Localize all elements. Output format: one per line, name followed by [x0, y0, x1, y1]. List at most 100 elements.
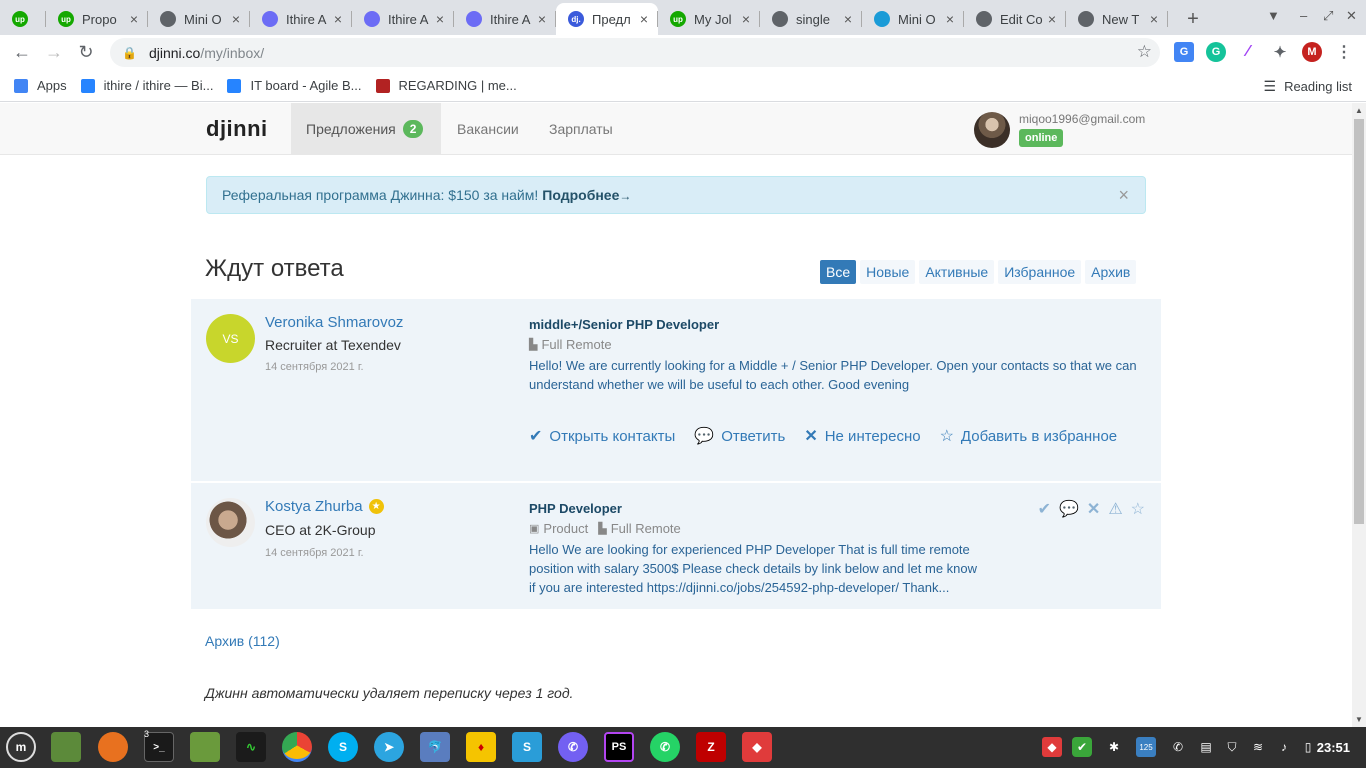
close-tab-icon[interactable]: ×	[436, 11, 444, 27]
job-title-link[interactable]: PHP Developer	[529, 501, 622, 516]
not-interested-icon[interactable]: ✕	[1087, 499, 1100, 519]
anydesk-icon[interactable]: ◆	[742, 732, 772, 762]
security-shield-tray-icon[interactable]: ✔	[1072, 737, 1092, 757]
browser-tab[interactable]: Mini O ×	[862, 3, 964, 35]
not-interested-button[interactable]: ✕ Не интересно	[804, 426, 920, 446]
sender-name[interactable]: Kostya Zhurba	[265, 498, 363, 515]
add-favorite-button[interactable]: ☆ Добавить в избранное	[940, 426, 1118, 446]
shield-tray-icon[interactable]: ⛉	[1222, 737, 1242, 757]
close-tab-icon[interactable]: ×	[538, 11, 546, 27]
minimize-button[interactable]: –	[1300, 8, 1307, 23]
address-bar[interactable]: 🔒 djinni.co/my/inbox/ ☆	[110, 38, 1160, 67]
chrome-icon[interactable]	[282, 732, 312, 762]
system-monitor-icon[interactable]: ∿	[236, 732, 266, 762]
close-tab-icon[interactable]: ×	[640, 11, 648, 27]
reading-list-button[interactable]: ☰ Reading list	[1264, 78, 1353, 95]
browser-tab[interactable]: Mini O ×	[148, 3, 250, 35]
back-icon[interactable]: ←	[6, 39, 38, 67]
browser-tab[interactable]: dj. Предл ×	[556, 3, 658, 35]
sender-avatar[interactable]: VS	[206, 314, 255, 363]
scroll-down-icon[interactable]: ▼	[1355, 715, 1363, 724]
bookmark-item[interactable]: Apps	[14, 78, 67, 93]
page-scrollbar[interactable]: ▲ ▼	[1352, 103, 1366, 727]
toggl-icon[interactable]: ♦	[466, 732, 496, 762]
browser-tab[interactable]: Ithire A ×	[352, 3, 454, 35]
nav-salaries[interactable]: Зарплаты	[549, 103, 613, 154]
phpstorm-icon[interactable]: PS	[604, 732, 634, 762]
skype-icon[interactable]: S	[328, 732, 358, 762]
browser-tab[interactable]: up	[0, 3, 46, 35]
scroll-up-icon[interactable]: ▲	[1355, 106, 1363, 115]
message-text[interactable]: Hello! We are currently looking for a Mi…	[529, 356, 1137, 394]
bookmark-item[interactable]: ithire / ithire — Bi...	[80, 78, 213, 93]
close-tab-icon[interactable]: ×	[130, 11, 138, 27]
sender-name[interactable]: Veronika Shmarovoz	[265, 314, 403, 331]
browser-tab[interactable]: Ithire A ×	[250, 3, 352, 35]
open-contacts-icon[interactable]: ✔	[1038, 499, 1051, 519]
tab-search-icon[interactable]: ▼	[1267, 8, 1280, 23]
mint-menu-icon[interactable]: m	[6, 732, 36, 762]
browser-tab[interactable]: Ithire A ×	[454, 3, 556, 35]
close-window-button[interactable]: ✕	[1346, 8, 1357, 24]
archive-link[interactable]: Архив (112)	[205, 633, 280, 649]
browser-tab[interactable]: up Propo ×	[46, 3, 148, 35]
message-card[interactable]: Kostya Zhurba ★ CEO at 2K-Group 14 сентя…	[191, 483, 1161, 609]
reply-button[interactable]: 💬 Ответить	[694, 426, 785, 446]
wifi-tray-icon[interactable]: ≋	[1248, 737, 1268, 757]
job-title-link[interactable]: middle+/Senior PHP Developer	[529, 317, 719, 332]
filter-tab[interactable]: Все	[820, 260, 857, 284]
bookmark-star-icon[interactable]: ☆	[1137, 42, 1152, 62]
firefox-icon[interactable]	[98, 732, 128, 762]
filter-tab[interactable]: Активные	[919, 260, 995, 284]
restore-button[interactable]: ⤢	[1323, 8, 1333, 24]
browser-tab[interactable]: Edit Co ×	[964, 3, 1066, 35]
favorite-star-icon[interactable]: ☆	[1131, 499, 1145, 519]
sender-avatar[interactable]	[206, 498, 255, 547]
grammarly-icon[interactable]: G	[1206, 42, 1226, 62]
extensions-puzzle-icon[interactable]: ✦	[1270, 42, 1290, 62]
close-tab-icon[interactable]: ×	[1150, 11, 1158, 27]
close-tab-icon[interactable]: ×	[1048, 11, 1056, 27]
scrollbar-thumb[interactable]	[1354, 119, 1364, 524]
clipboard-tray-icon[interactable]: ▤	[1196, 737, 1216, 757]
close-tab-icon[interactable]: ×	[232, 11, 240, 27]
filter-tab[interactable]: Архив	[1085, 260, 1137, 284]
user-email[interactable]: miqoo1996@gmail.com	[1019, 112, 1145, 126]
profile-avatar[interactable]: M	[1302, 42, 1322, 62]
close-tab-icon[interactable]: ×	[334, 11, 342, 27]
nav-offers[interactable]: Предложения 2	[291, 103, 441, 154]
browser-tab[interactable]: single ×	[760, 3, 862, 35]
open-contacts-button[interactable]: ✔ Открыть контакты	[529, 426, 675, 446]
report-warning-icon[interactable]: ⚠	[1108, 499, 1122, 519]
pen-extension-icon[interactable]: ⁄	[1238, 42, 1258, 62]
slack-tray-icon[interactable]: ✱	[1104, 737, 1124, 757]
anydesk-tray-icon[interactable]: ◆	[1042, 737, 1062, 757]
browser-menu-icon[interactable]: ⋮	[1334, 42, 1354, 62]
nav-vacancies[interactable]: Вакансии	[457, 103, 519, 154]
reload-icon[interactable]: ↻	[70, 39, 102, 67]
filezilla-icon[interactable]: Z	[696, 732, 726, 762]
message-card[interactable]: VS Veronika Shmarovoz Recruiter at Texen…	[191, 299, 1161, 481]
message-text[interactable]: Hello We are looking for experienced PHP…	[529, 540, 977, 597]
close-alert-button[interactable]: ×	[1118, 185, 1129, 206]
browser-tab[interactable]: New T ×	[1066, 3, 1168, 35]
whatsapp-icon[interactable]: ✆	[650, 732, 680, 762]
sound-tray-icon[interactable]: ♪	[1274, 737, 1294, 757]
djinni-logo[interactable]: djinni	[206, 116, 268, 142]
files-icon[interactable]	[190, 732, 220, 762]
new-tab-button[interactable]: +	[1178, 3, 1208, 35]
viber-icon[interactable]: ✆	[558, 732, 588, 762]
forward-icon[interactable]: →	[38, 39, 70, 67]
browser-tab[interactable]: up My Jol ×	[658, 3, 760, 35]
bookmark-item[interactable]: REGARDING | me...	[375, 78, 517, 93]
reply-icon[interactable]: 💬	[1059, 499, 1079, 519]
whatsapp-tray-icon[interactable]: ✆	[1168, 737, 1188, 757]
mysql-workbench-icon[interactable]: 🐬	[420, 732, 450, 762]
google-translate-icon[interactable]: G	[1174, 42, 1194, 62]
filter-tab[interactable]: Новые	[860, 260, 916, 284]
battery-tray-icon[interactable]: ▯	[1298, 737, 1318, 757]
taskbar-clock[interactable]: 23:51	[1317, 740, 1350, 755]
close-tab-icon[interactable]: ×	[946, 11, 954, 27]
skype-s-icon[interactable]: S	[512, 732, 542, 762]
close-tab-icon[interactable]: ×	[742, 11, 750, 27]
